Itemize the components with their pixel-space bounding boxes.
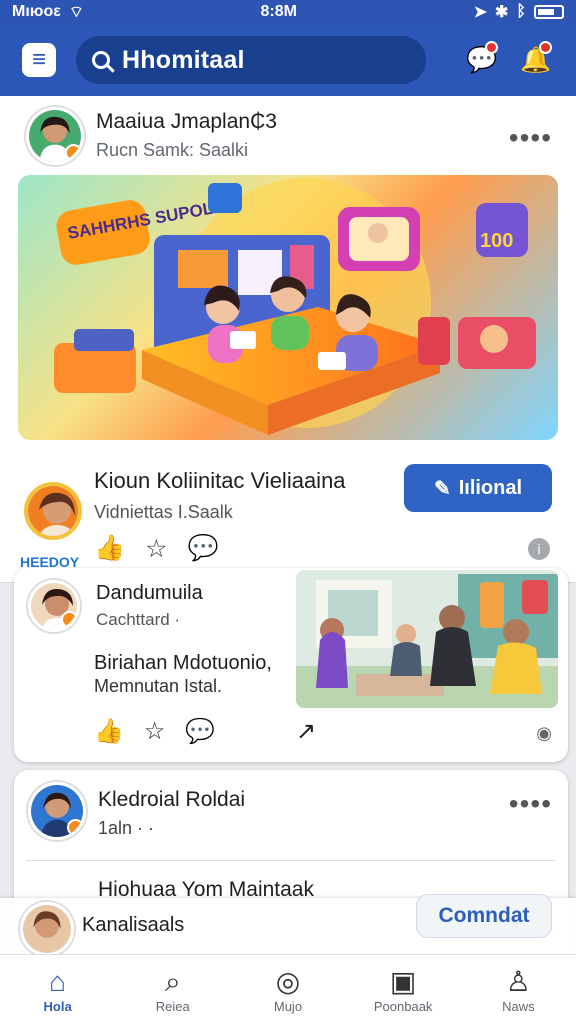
recommended-title[interactable]: Kioun Koliinitac Vieliaaina <box>94 468 346 494</box>
author-avatar[interactable] <box>26 106 84 165</box>
location-icon: ➤ <box>473 4 487 21</box>
nav-search[interactable]: ⌕ Reiea <box>125 965 221 1014</box>
status-bar: Mıюoε ⌔ 8:8M ➤ ✱ ᛒ <box>0 0 576 24</box>
like-icon[interactable]: 👍 <box>94 717 124 746</box>
nav-notifications-label: Poonbaak <box>373 999 433 1014</box>
bluetooth-icon: ✱ <box>494 4 509 21</box>
more-options-button[interactable]: •••• <box>509 788 552 820</box>
hero-score-text: 100 <box>480 230 513 252</box>
notification-box-icon: ▣ <box>389 966 417 997</box>
bluetooth-secondary-icon: ᛒ <box>516 3 526 20</box>
search-value: Hhomitaal <box>122 45 245 74</box>
post-meta: 1aln · · <box>98 818 155 838</box>
notification-dot <box>485 41 498 54</box>
more-reactions-icon[interactable]: ◉ <box>536 723 552 744</box>
share-icon[interactable]: ↗ <box>296 717 316 746</box>
author-name[interactable]: Dandumuila <box>96 582 203 605</box>
home-icon: ⌂ <box>49 966 67 997</box>
recommended-meta: Vidniettas I.Saalk <box>94 502 233 523</box>
notification-dot <box>539 41 552 54</box>
post-content: Dandumuila Cachttard · Biriahan Mdotuoni… <box>14 568 296 762</box>
notifications-button[interactable]: 🔔 <box>518 41 554 78</box>
nav-camera[interactable]: ◎ Mujo <box>240 965 336 1014</box>
post-footnote: Memnutan Istal. <box>94 676 223 696</box>
follow-button[interactable]: ✎ Iılional <box>404 464 552 512</box>
info-icon[interactable]: i <box>528 538 550 560</box>
online-badge <box>67 819 83 836</box>
recommended-post-row: Kioun Koliinitac Vieliaaina Vidniettas I… <box>0 440 576 582</box>
search-input[interactable]: Hhomitaal <box>76 36 426 84</box>
battery-icon <box>533 5 564 19</box>
group-meeting-photo <box>296 570 558 708</box>
camera-icon: ◎ <box>275 966 301 997</box>
post-card: Dandumuila Cachttard · Biriahan Mdotuoni… <box>14 568 568 762</box>
learning-community-illustration: SAHHRHS SUPOLKA 100 <box>54 178 536 435</box>
author-avatar[interactable] <box>28 782 86 840</box>
app-header: ≡ Hhomitaal 💬 🔔 <box>0 24 576 96</box>
search-icon: ⌕ <box>164 966 181 997</box>
post-photo[interactable] <box>296 570 558 708</box>
more-options-button[interactable]: •••• <box>509 122 552 154</box>
clock-time: 8:8M <box>260 3 297 20</box>
post-header: Maaiua Jmaplan₵3 Rucn Samk: Saalki •••• <box>0 96 576 175</box>
author-avatar[interactable] <box>28 580 80 632</box>
messages-button[interactable]: 💬 <box>464 41 500 78</box>
comment-icon[interactable]: 💬 <box>185 717 215 746</box>
menu-icon: ≡ <box>31 46 46 73</box>
nav-camera-label: Mujo <box>273 999 303 1014</box>
search-icon <box>92 51 110 69</box>
reaction-actions: 👍 ☆ 💬 <box>94 534 219 564</box>
nav-notifications[interactable]: ▣ Poonbaak <box>355 965 451 1014</box>
post-hero-image[interactable]: SAHHRHS SUPOLKA 100 <box>18 175 558 440</box>
post-meta: Cachttard · <box>96 610 181 629</box>
carrier-label: Mıюoε <box>12 3 61 20</box>
wifi-icon: ⌔ <box>68 4 84 21</box>
nav-home-label: Hola <box>43 999 72 1014</box>
nav-search-label: Reiea <box>155 999 190 1014</box>
recommended-info: Kioun Koliinitac Vieliaaina Vidniettas I… <box>94 468 346 524</box>
follow-button-label: Iılional <box>458 476 523 499</box>
post-text: Biriahan Mdotuonio, <box>94 652 272 674</box>
reaction-actions: 👍 ☆ 💬 <box>94 717 215 746</box>
nav-home[interactable]: ⌂ Hola <box>10 965 106 1014</box>
pencil-icon: ✎ <box>433 477 451 500</box>
post-card: Maaiua Jmaplan₵3 Rucn Samk: Saalki •••• … <box>0 96 576 583</box>
home-logo-button[interactable]: ≡ <box>22 43 56 77</box>
profile-icon: ♙ <box>505 966 531 997</box>
current-user-avatar[interactable] <box>20 902 74 956</box>
person-avatar-image <box>28 486 78 536</box>
like-icon[interactable]: 👍 <box>94 534 125 564</box>
person-avatar-image <box>23 905 71 953</box>
online-badge <box>61 611 77 628</box>
star-icon[interactable]: ☆ <box>145 534 167 564</box>
comment-input[interactable]: Kanalisaals <box>82 914 184 937</box>
comment-icon[interactable]: 💬 <box>188 534 219 564</box>
divider <box>26 860 556 861</box>
star-icon[interactable]: ☆ <box>144 717 166 746</box>
post-author-info: Maaiua Jmaplan₵3 Rucn Samk: Saalki <box>96 109 277 162</box>
online-badge <box>65 143 81 161</box>
post-meta: Rucn Samk: Saalki <box>96 140 249 161</box>
comment-button[interactable]: Comndat <box>416 894 552 938</box>
author-name[interactable]: Kledroial Roldai <box>98 788 245 812</box>
header-actions: 💬 🔔 <box>464 41 554 78</box>
nav-profile[interactable]: ♙ Naws <box>470 965 566 1014</box>
community-avatar[interactable] <box>24 482 82 540</box>
comment-composer: Kanalisaals Comndat <box>0 894 576 956</box>
author-name[interactable]: Maaiua Jmaplan₵3 <box>96 109 277 134</box>
nav-profile-label: Naws <box>502 999 535 1014</box>
bottom-navigation: ⌂ Hola ⌕ Reiea ◎ Mujo ▣ Poonbaak ♙ Naws <box>0 954 576 1024</box>
